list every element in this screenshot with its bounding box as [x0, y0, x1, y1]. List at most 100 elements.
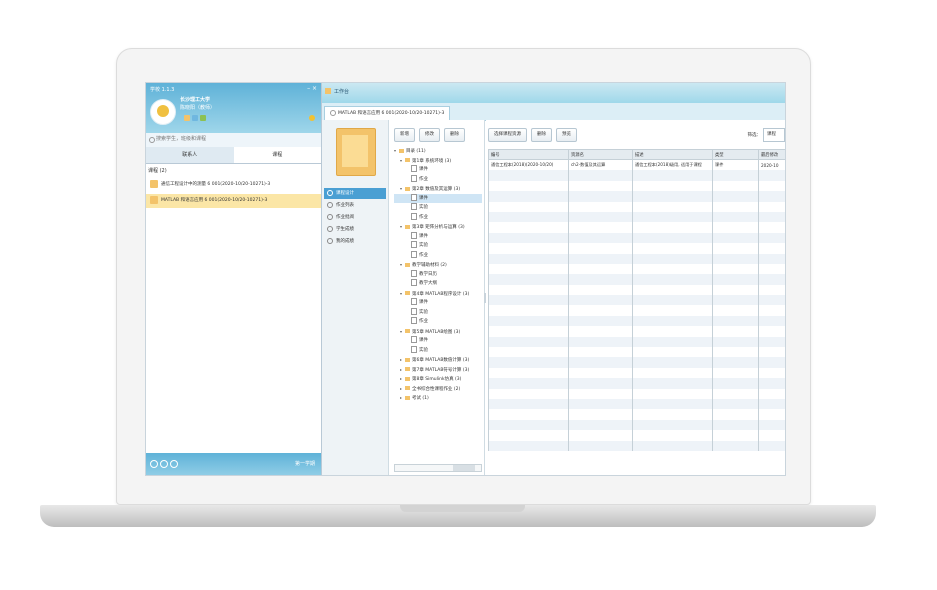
column-header[interactable]: 编号 [488, 149, 569, 160]
folder-icon [405, 158, 410, 162]
tree-page-node[interactable]: 教学大纲 [394, 279, 482, 289]
course-item-selected[interactable]: MATLAB 和语言应用 6 001(2020-10/20-10271)-3 [146, 194, 321, 208]
table-cell [632, 222, 713, 233]
column-header[interactable]: 描述 [632, 149, 713, 160]
table-cell [712, 263, 759, 275]
tree-page-node[interactable]: 课件 [394, 231, 482, 242]
table-cell [758, 222, 785, 233]
tree-page-node[interactable]: 教学日历 [394, 269, 482, 280]
empty-table-row [488, 191, 785, 202]
search-input[interactable] [156, 133, 316, 145]
cloud-icon[interactable] [192, 115, 198, 121]
column-header[interactable]: 类型 [712, 149, 759, 160]
nav-item[interactable]: 作业批阅 [324, 212, 386, 223]
remove-button[interactable]: 删除 [531, 128, 552, 142]
table-cell [488, 253, 569, 264]
edit-button[interactable]: 修改 [419, 128, 440, 142]
left-tabs: 联系人 课程 [146, 147, 321, 164]
folder-icon [405, 357, 410, 362]
message-icon[interactable] [160, 460, 168, 468]
tree-node-label: 教学日历 [419, 271, 437, 277]
window-controls[interactable]: – × [307, 85, 317, 92]
folder-icon[interactable] [184, 115, 190, 121]
workspace-tabbar: MATLAB 和语言应用 6 001(2020-10/20-10271)-3 [322, 103, 785, 121]
table-cell [632, 326, 713, 337]
empty-table-row [488, 430, 785, 441]
tree-folder-node[interactable]: ▸ 考试 (1) [394, 393, 482, 403]
tree-folder-node[interactable]: ▾ 目录 (11) [394, 146, 482, 156]
nav-item[interactable]: 学生成绩 [324, 224, 386, 235]
tree-folder-node[interactable]: ▾ 教学辅助材料 (2) [394, 260, 482, 270]
tree-node-label: 作业 [419, 252, 428, 258]
tree-folder-node[interactable]: ▸ 全书综合性课程作业 (2) [394, 384, 482, 394]
tree-page-node[interactable]: 实验 [394, 241, 482, 251]
table-cell [488, 357, 569, 368]
table-cell [632, 430, 713, 441]
nav-item[interactable]: 我的成绩 [324, 236, 386, 247]
tree-node-label: 实验 [419, 347, 428, 353]
table-cell [758, 326, 785, 337]
tab-contacts[interactable]: 联系人 [146, 147, 234, 163]
tree-page-node[interactable]: 实验 [394, 307, 482, 318]
tree-folder-node[interactable]: ▾ 第2章 数值及其运算 (3) [394, 184, 482, 194]
scrollbar-thumb[interactable] [453, 465, 475, 471]
nav-item-label: 作业批阅 [336, 215, 354, 220]
help-icon[interactable] [170, 460, 178, 468]
delete-button[interactable]: 删除 [444, 128, 465, 142]
tree-page-node[interactable]: 作业 [394, 250, 482, 261]
tree-page-node[interactable]: 实验 [394, 203, 482, 213]
tree-page-node[interactable]: 作业 [394, 174, 482, 185]
course-label: MATLAB 和语言应用 6 001(2020-10/20-10271)-3 [161, 198, 268, 203]
course-item[interactable]: 通信工程设计中的测量 6 001(2020-10/20-10271)-3 [146, 178, 321, 192]
tree-folder-node[interactable]: ▸ 第7章 MATLAB符号计算 (3) [394, 365, 482, 375]
column-header[interactable]: 最后修改 [758, 149, 785, 160]
empty-table-row [488, 243, 785, 254]
tree-folder-node[interactable]: ▾ 第3章 矩阵分析与运算 (3) [394, 222, 482, 232]
table-cell [568, 201, 633, 212]
tree-folder-node[interactable]: ▸ 第8章 Simulink仿真 (3) [394, 374, 482, 384]
close-icon[interactable] [330, 109, 336, 116]
table-cell [632, 232, 713, 244]
tab-courses[interactable]: 课程 [233, 147, 321, 163]
tree-page-node[interactable]: 作业 [394, 212, 482, 223]
filter-select[interactable]: 课程 [763, 128, 785, 142]
tree-page-node[interactable]: 实验 [394, 345, 482, 356]
add-button[interactable]: 新增 [394, 128, 415, 142]
tree-page-node[interactable]: 课件 [394, 165, 482, 175]
tree-folder-node[interactable]: ▾ 第4章 MATLAB程序设计 (3) [394, 289, 482, 299]
tree-node-label: 实验 [419, 243, 428, 248]
tree-page-node[interactable]: 作业 [394, 317, 482, 327]
avatar[interactable] [150, 99, 176, 125]
nav-item[interactable]: 课程设计 [324, 188, 386, 199]
tree-folder-node[interactable]: ▾ 第5章 MATLAB绘图 (3) [394, 327, 482, 337]
tree-page-node[interactable]: 课件 [394, 336, 482, 346]
bell-icon[interactable] [309, 115, 315, 121]
table-cell [632, 170, 713, 181]
preview-button[interactable]: 预览 [556, 128, 577, 142]
tree-node-label: 第1章 系统环境 (3) [412, 158, 452, 164]
settings-icon[interactable] [150, 460, 158, 468]
nav-item[interactable]: 作业列表 [324, 200, 386, 211]
table-cell [712, 191, 759, 202]
course-group-header[interactable]: 课程 (2) [148, 167, 167, 174]
grid-icon [327, 189, 333, 196]
tree-node-label: 第4章 MATLAB程序设计 (3) [412, 291, 470, 297]
tree-scrollbar[interactable] [394, 464, 482, 472]
course-nav: 课程设计 作业列表作业批阅学生成绩 我的成绩 [322, 120, 389, 475]
tree-folder-node[interactable]: ▸ 第6章 MATLAB数值计算 (3) [394, 355, 482, 365]
select-resource-button[interactable]: 选择课程资源 [488, 128, 527, 142]
mail-icon[interactable] [200, 115, 206, 121]
tree-node-label: 实验 [419, 309, 428, 315]
table-cell [758, 243, 785, 254]
tree-page-node[interactable]: 课件 [394, 193, 482, 203]
workspace: 工作台 MATLAB 和语言应用 6 001(2020-10/20-10271)… [322, 83, 785, 475]
tree-page-node[interactable]: 课件 [394, 298, 482, 308]
tree-folder-node[interactable]: ▾ 第1章 系统环境 (3) [394, 156, 482, 166]
tab-course-workspace[interactable]: MATLAB 和语言应用 6 001(2020-10/20-10271)-3 [324, 106, 451, 121]
table-cell [758, 170, 785, 181]
empty-table-row [488, 201, 785, 212]
column-header[interactable]: 资源名 [568, 149, 633, 160]
tree-node-label: 课件 [419, 233, 428, 239]
filter: 筛选： 课程 [748, 128, 785, 142]
table-row[interactable]: 通信工程本(2018)(2020-10/20) ch2-数值及其运算 通信工程本(2… [488, 159, 785, 171]
